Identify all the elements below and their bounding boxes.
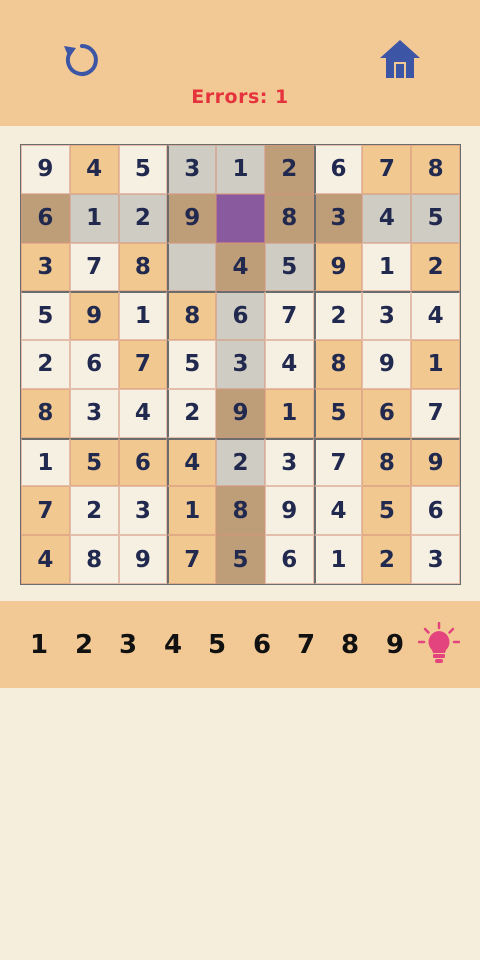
home-icon[interactable] xyxy=(378,38,422,80)
sudoku-cell[interactable]: 3 xyxy=(264,437,314,487)
sudoku-cell[interactable]: 6 xyxy=(313,145,363,194)
sudoku-cell[interactable]: 1 xyxy=(21,437,70,487)
sudoku-cell[interactable]: 9 xyxy=(216,388,265,438)
sudoku-cell[interactable]: 2 xyxy=(362,535,412,584)
sudoku-cell[interactable]: 6 xyxy=(362,388,412,438)
sudoku-cell[interactable]: 1 xyxy=(216,145,265,194)
sudoku-cell[interactable]: 7 xyxy=(21,486,70,536)
sudoku-cell[interactable]: 9 xyxy=(411,437,460,487)
selected-cell[interactable] xyxy=(216,193,265,243)
sudoku-cell[interactable]: 9 xyxy=(69,291,119,341)
sudoku-cell[interactable]: 1 xyxy=(313,535,363,584)
sudoku-cell[interactable]: 6 xyxy=(216,291,265,341)
digit-button-7[interactable]: 7 xyxy=(288,627,324,663)
sudoku-cell[interactable]: 6 xyxy=(118,437,168,487)
sudoku-cell[interactable]: 9 xyxy=(362,340,412,389)
sudoku-cell[interactable]: 5 xyxy=(167,340,217,389)
sudoku-cell[interactable]: 3 xyxy=(216,340,265,389)
sudoku-cell[interactable]: 6 xyxy=(411,486,460,536)
sudoku-cell[interactable]: 8 xyxy=(264,193,314,243)
number-pad: 123456789 xyxy=(0,601,480,688)
sudoku-cell[interactable]: 7 xyxy=(313,437,363,487)
sudoku-cell[interactable]: 8 xyxy=(167,291,217,341)
sudoku-cell[interactable]: 8 xyxy=(216,486,265,536)
sudoku-cell[interactable]: 7 xyxy=(69,242,119,292)
sudoku-cell[interactable]: 9 xyxy=(264,486,314,536)
sudoku-cell[interactable]: 8 xyxy=(362,437,412,487)
sudoku-cell[interactable]: 7 xyxy=(167,535,217,584)
sudoku-cell[interactable]: 7 xyxy=(362,145,412,194)
sudoku-cell[interactable]: 2 xyxy=(264,145,314,194)
sudoku-cell[interactable]: 2 xyxy=(313,291,363,341)
sudoku-board: 9453126786129834537845912591867234267534… xyxy=(20,144,461,585)
sudoku-cell[interactable]: 3 xyxy=(118,486,168,536)
sudoku-cell[interactable]: 2 xyxy=(411,242,460,292)
sudoku-cell[interactable]: 2 xyxy=(21,340,70,389)
sudoku-cell[interactable]: 9 xyxy=(313,242,363,292)
sudoku-cell[interactable]: 5 xyxy=(216,535,265,584)
sudoku-cell[interactable]: 5 xyxy=(69,437,119,487)
sudoku-cell[interactable]: 8 xyxy=(411,145,460,194)
sudoku-cell[interactable]: 3 xyxy=(411,535,460,584)
sudoku-cell[interactable]: 4 xyxy=(264,340,314,389)
sudoku-cell[interactable]: 5 xyxy=(411,193,460,243)
sudoku-cell[interactable]: 1 xyxy=(118,291,168,341)
sudoku-cell[interactable]: 8 xyxy=(313,340,363,389)
sudoku-cell[interactable]: 8 xyxy=(21,388,70,438)
digit-button-5[interactable]: 5 xyxy=(199,627,235,663)
sudoku-cell[interactable]: 4 xyxy=(411,291,460,341)
digit-button-9[interactable]: 9 xyxy=(377,627,413,663)
errors-counter: Errors: 1 xyxy=(191,86,289,108)
sudoku-cell[interactable]: 2 xyxy=(167,388,217,438)
sudoku-cell[interactable]: 1 xyxy=(167,486,217,536)
sudoku-cell[interactable]: 9 xyxy=(21,145,70,194)
sudoku-cell[interactable]: 4 xyxy=(118,388,168,438)
sudoku-cell[interactable]: 7 xyxy=(264,291,314,341)
sudoku-cell[interactable]: 6 xyxy=(21,193,70,243)
lightbulb-icon[interactable] xyxy=(417,621,461,666)
sudoku-cell[interactable]: 1 xyxy=(362,242,412,292)
sudoku-cell[interactable]: 3 xyxy=(362,291,412,341)
sudoku-cell[interactable]: 8 xyxy=(69,535,119,584)
sudoku-cell[interactable]: 8 xyxy=(118,242,168,292)
digit-button-4[interactable]: 4 xyxy=(155,627,191,663)
sudoku-cell[interactable]: 1 xyxy=(411,340,460,389)
sudoku-cell[interactable]: 2 xyxy=(118,193,168,243)
restart-icon[interactable] xyxy=(60,40,104,80)
sudoku-cell[interactable]: 7 xyxy=(411,388,460,438)
sudoku-cell[interactable]: 5 xyxy=(313,388,363,438)
sudoku-cell[interactable]: 5 xyxy=(21,291,70,341)
sudoku-cell[interactable] xyxy=(167,242,217,292)
sudoku-cell[interactable]: 6 xyxy=(69,340,119,389)
sudoku-cell[interactable]: 4 xyxy=(362,193,412,243)
digit-button-2[interactable]: 2 xyxy=(66,627,102,663)
sudoku-cell[interactable]: 3 xyxy=(69,388,119,438)
top-bar: Errors: 1 xyxy=(0,0,480,126)
sudoku-cell[interactable]: 2 xyxy=(216,437,265,487)
sudoku-cell[interactable]: 9 xyxy=(118,535,168,584)
sudoku-cell[interactable]: 4 xyxy=(167,437,217,487)
sudoku-cell[interactable]: 6 xyxy=(264,535,314,584)
sudoku-cell[interactable]: 5 xyxy=(362,486,412,536)
digit-button-3[interactable]: 3 xyxy=(110,627,146,663)
sudoku-cell[interactable]: 5 xyxy=(118,145,168,194)
sudoku-cell[interactable]: 4 xyxy=(69,145,119,194)
sudoku-cell[interactable]: 3 xyxy=(313,193,363,243)
sudoku-cell[interactable]: 1 xyxy=(69,193,119,243)
sudoku-cell[interactable]: 1 xyxy=(264,388,314,438)
sudoku-cell[interactable]: 2 xyxy=(69,486,119,536)
sudoku-cell[interactable]: 5 xyxy=(264,242,314,292)
sudoku-cell[interactable]: 4 xyxy=(313,486,363,536)
sudoku-cell[interactable]: 3 xyxy=(167,145,217,194)
sudoku-cell[interactable]: 7 xyxy=(118,340,168,389)
sudoku-cell[interactable]: 3 xyxy=(21,242,70,292)
sudoku-cell[interactable]: 4 xyxy=(21,535,70,584)
sudoku-cell[interactable]: 9 xyxy=(167,193,217,243)
digit-button-8[interactable]: 8 xyxy=(332,627,368,663)
digit-button-1[interactable]: 1 xyxy=(21,627,57,663)
digit-button-6[interactable]: 6 xyxy=(244,627,280,663)
sudoku-cell[interactable]: 4 xyxy=(216,242,265,292)
